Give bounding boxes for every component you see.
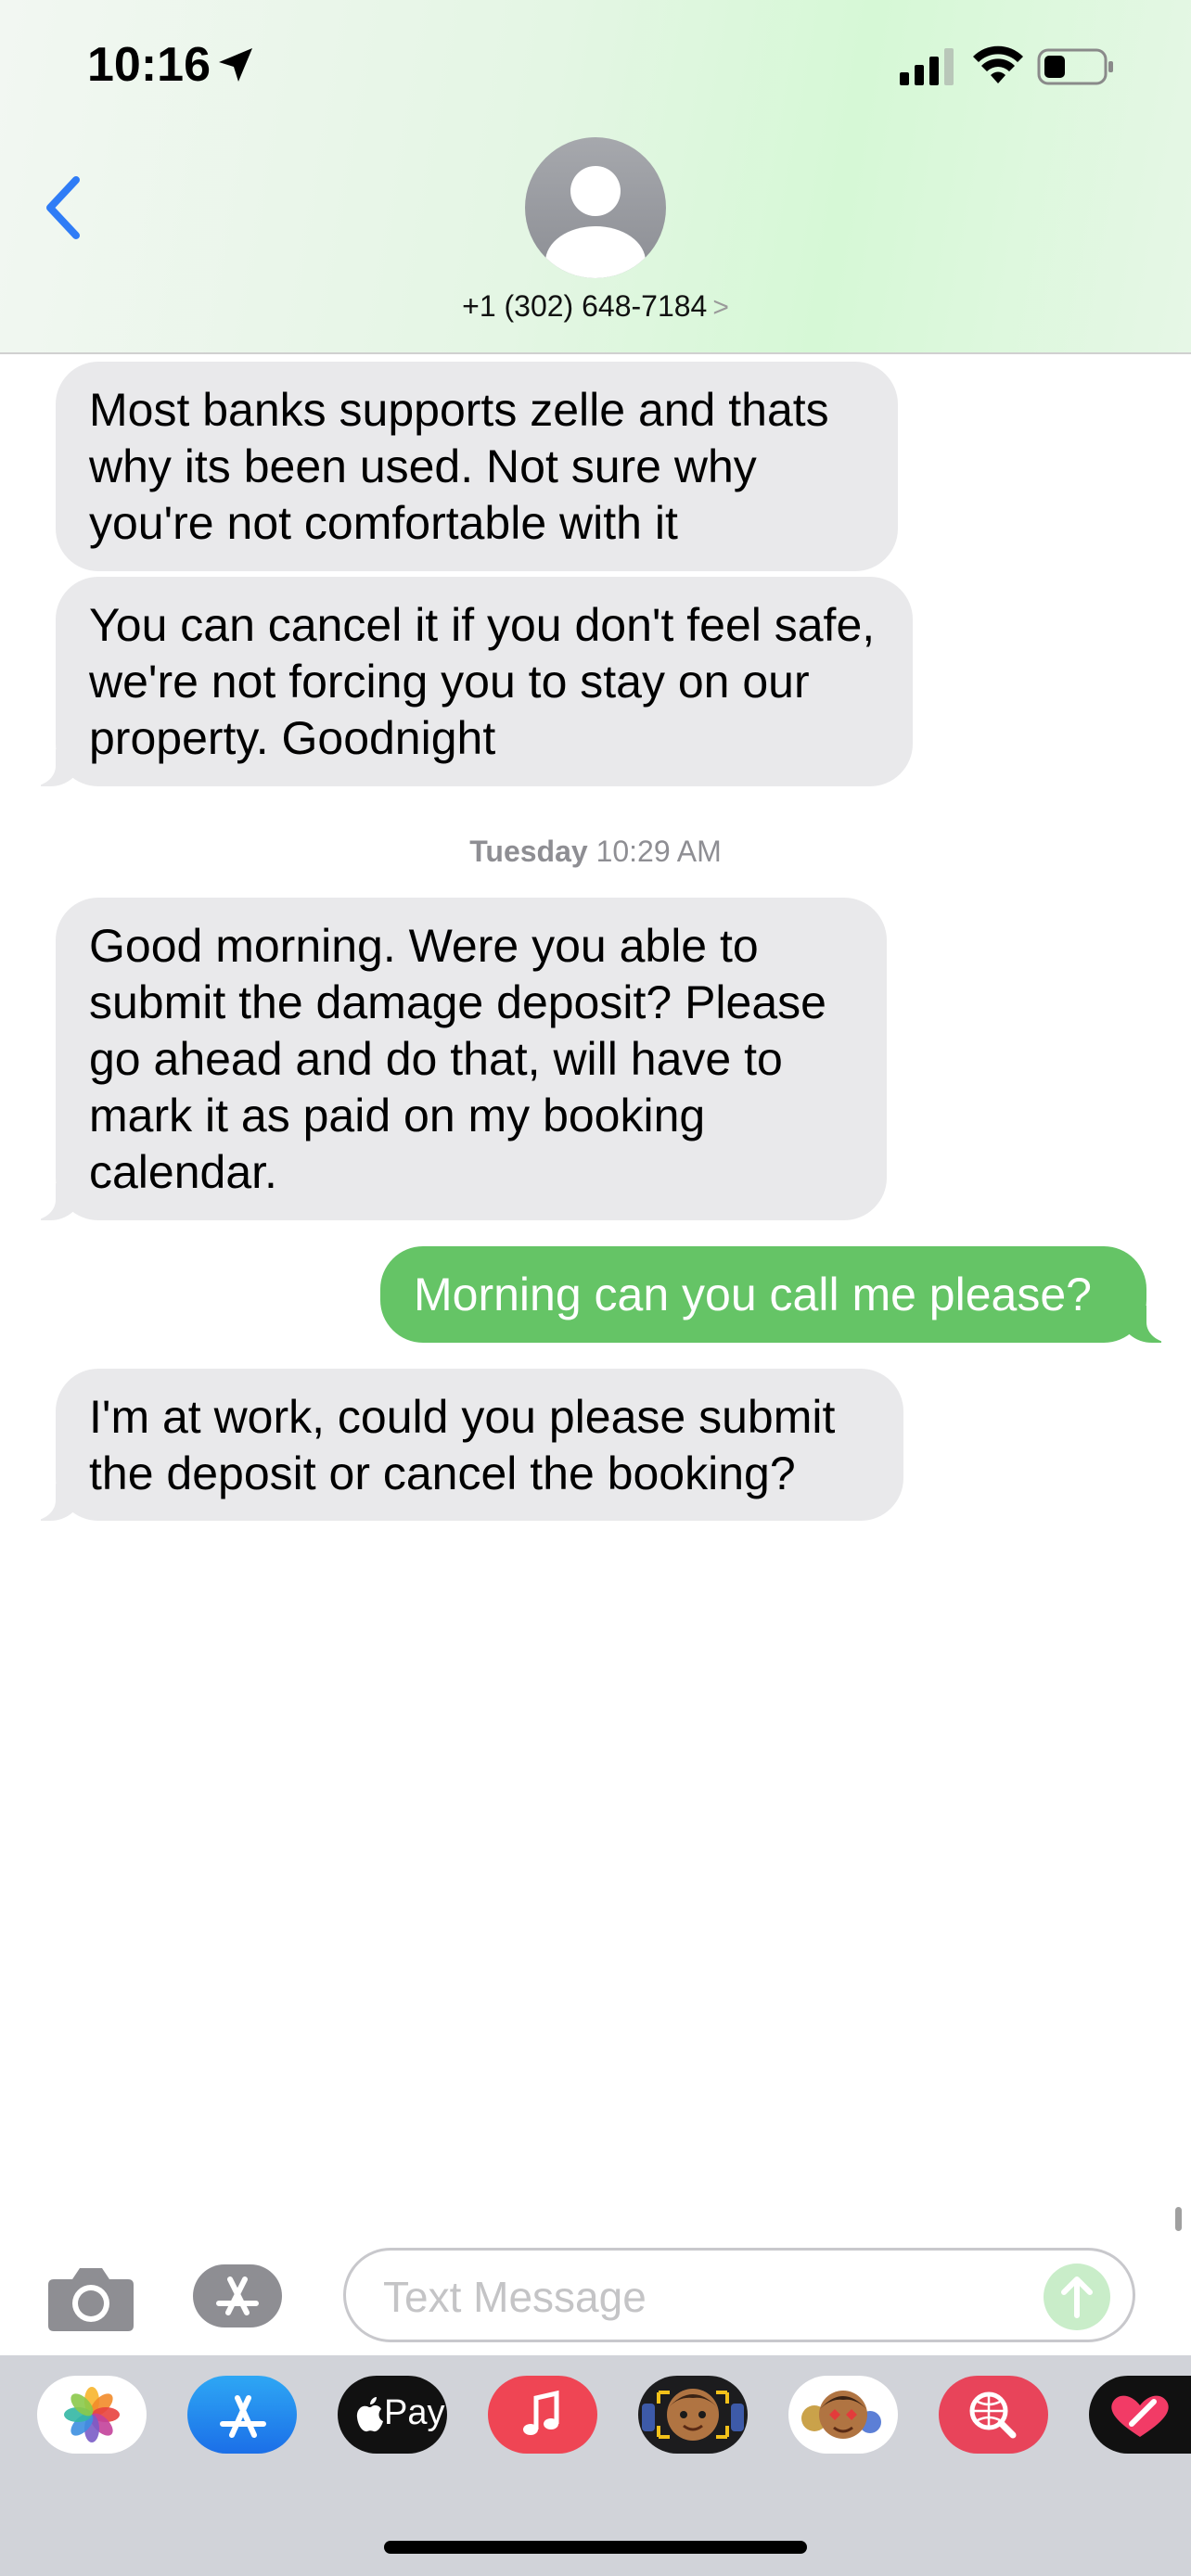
app-store-app-button[interactable] xyxy=(187,2376,297,2454)
message-bubble-incoming[interactable]: You can cancel it if you don't feel safe… xyxy=(30,577,913,786)
status-time: 10:16 xyxy=(87,38,211,92)
cellular-signal-icon xyxy=(900,48,954,85)
arrow-up-icon xyxy=(1061,2276,1093,2318)
memoji-app-button[interactable] xyxy=(638,2376,748,2454)
app-store-icon xyxy=(220,2395,266,2438)
message-text: You can cancel it if you don't feel safe… xyxy=(89,599,876,764)
apple-pay-label: Pay xyxy=(384,2393,445,2432)
photos-icon xyxy=(64,2387,120,2442)
home-indicator[interactable] xyxy=(384,2541,807,2554)
send-button[interactable] xyxy=(1044,2264,1110,2330)
person-silhouette-icon xyxy=(545,166,646,278)
message-bubble-incoming[interactable]: Most banks supports zelle and thats why … xyxy=(56,362,898,571)
digital-touch-app-button[interactable] xyxy=(1089,2376,1191,2454)
contact-avatar[interactable] xyxy=(525,137,666,278)
message-input[interactable] xyxy=(381,2267,1016,2327)
digital-touch-icon xyxy=(1111,2395,1169,2437)
battery-icon xyxy=(1037,48,1113,85)
scroll-indicator[interactable] xyxy=(1175,2207,1182,2231)
conversation-header: 10:16 +1 (302) 648-7184 > xyxy=(0,0,1191,354)
timestamp-day: Tuesday xyxy=(469,835,588,868)
memoji-stickers-icon xyxy=(801,2391,881,2439)
message-text: I'm at work, could you please submit the… xyxy=(89,1391,836,1499)
memoji-icon xyxy=(642,2389,744,2441)
back-chevron-icon[interactable] xyxy=(39,172,91,243)
contact-name: +1 (302) 648-7184 xyxy=(462,289,708,323)
timestamp-time: 10:29 AM xyxy=(596,835,722,868)
app-store-apps-icon[interactable] xyxy=(191,2263,299,2329)
images-search-app-button[interactable] xyxy=(939,2376,1048,2454)
music-icon xyxy=(523,2390,559,2435)
contact-name-row[interactable]: +1 (302) 648-7184 > xyxy=(0,289,1191,324)
camera-icon[interactable] xyxy=(46,2263,135,2333)
message-bubble-outgoing[interactable]: Morning can you call me please? xyxy=(380,1246,1172,1343)
message-text-field[interactable] xyxy=(343,2248,1135,2342)
photos-app-button[interactable] xyxy=(37,2376,147,2454)
conversation-timestamp: Tuesday 10:29 AM xyxy=(0,835,1191,869)
message-text: Good morning. Were you able to submit th… xyxy=(89,920,826,1198)
music-app-button[interactable] xyxy=(488,2376,597,2454)
images-search-icon xyxy=(969,2391,1017,2439)
message-bubble-incoming[interactable]: I'm at work, could you please submit the… xyxy=(30,1369,903,1521)
message-text: Morning can you call me please? xyxy=(414,1269,1092,1320)
apple-pay-app-button[interactable]: Pay xyxy=(338,2376,447,2454)
memoji-stickers-app-button[interactable] xyxy=(788,2376,898,2454)
wifi-icon xyxy=(973,45,1023,83)
location-arrow-icon xyxy=(219,48,252,82)
message-bubble-incoming[interactable]: Good morning. Were you able to submit th… xyxy=(30,898,887,1220)
contact-details-chevron-icon: > xyxy=(712,292,729,323)
message-text: Most banks supports zelle and thats why … xyxy=(89,384,829,549)
